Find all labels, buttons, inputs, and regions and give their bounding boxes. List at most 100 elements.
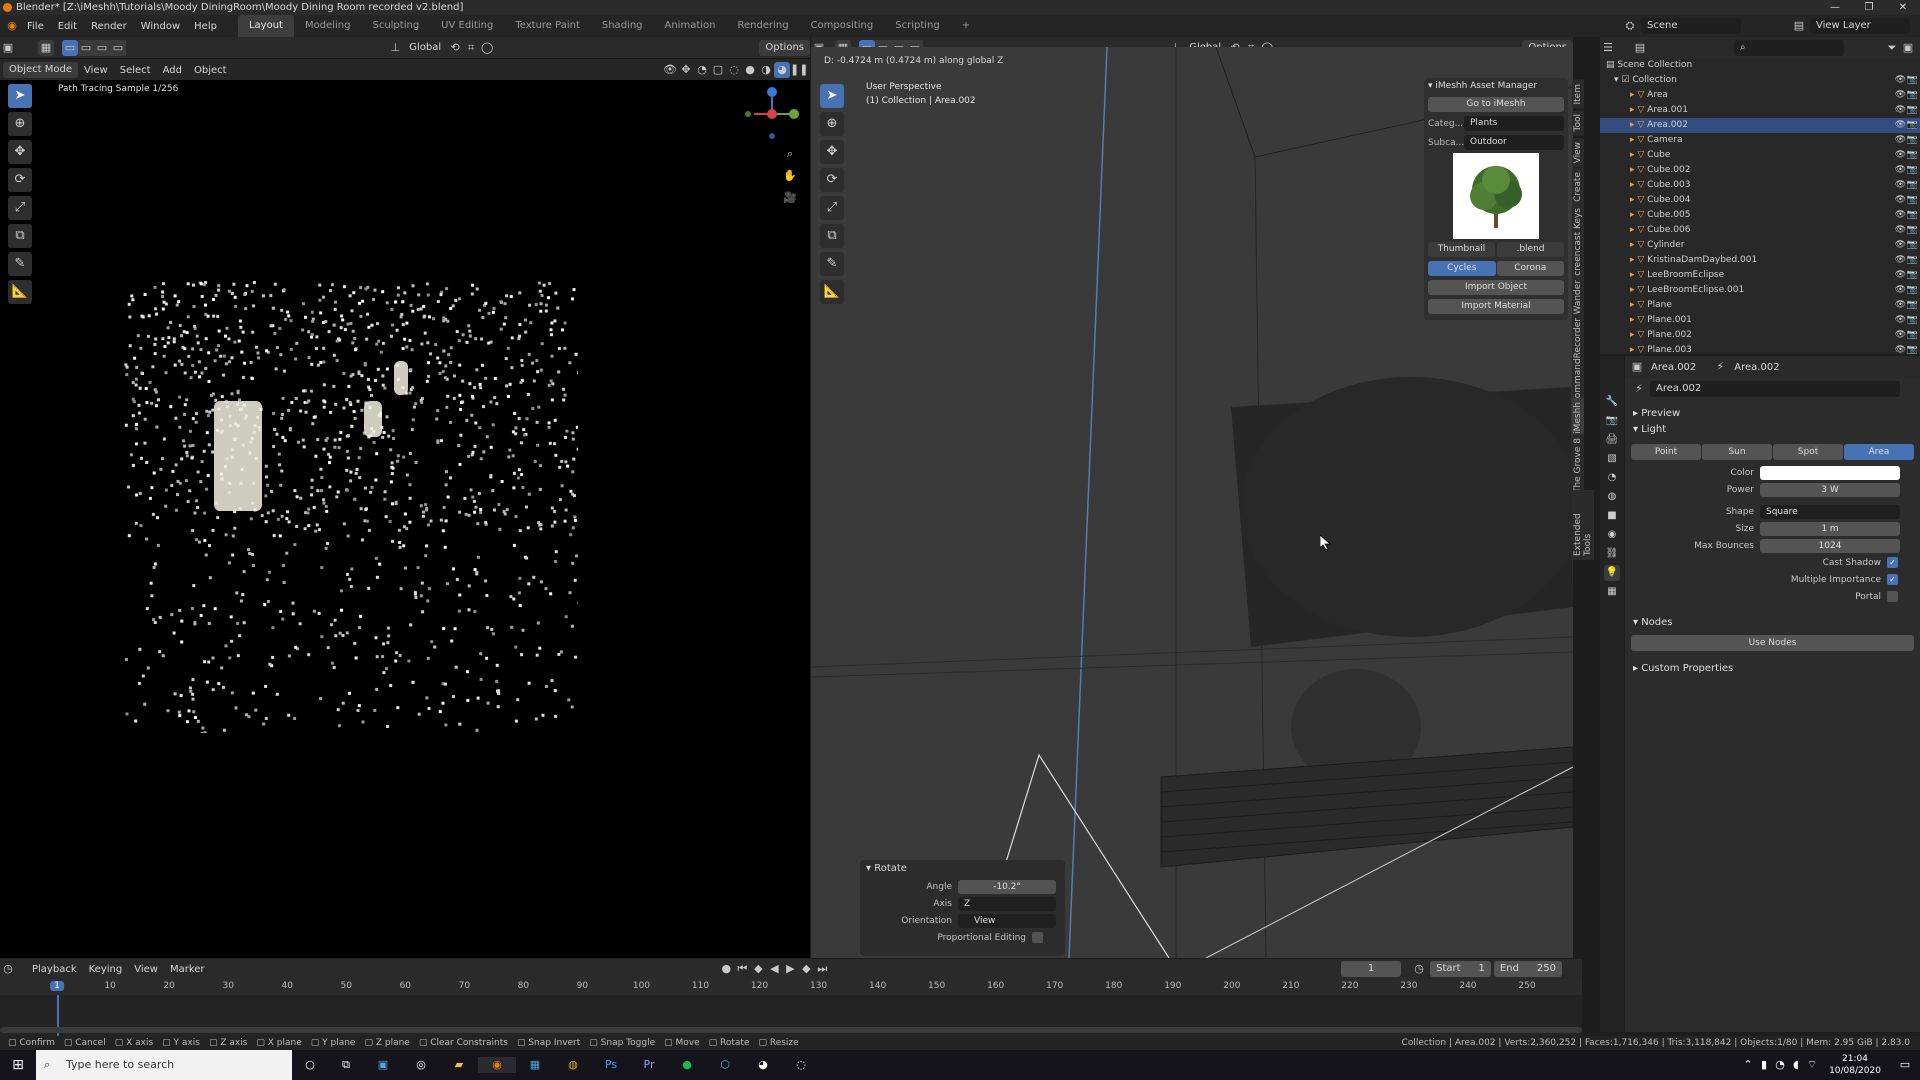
maximize-button[interactable]: ❐ <box>1852 0 1886 15</box>
menu-render[interactable]: Render <box>84 21 134 32</box>
menu-playback[interactable]: Playback <box>26 964 83 975</box>
visibility-eye-icon[interactable]: 👁 <box>1895 178 1906 193</box>
use-nodes-button[interactable]: Use Nodes <box>1631 635 1914 651</box>
render-camera-icon[interactable]: 📷 <box>1907 163 1918 178</box>
sidebar-tab-item[interactable]: Item <box>1572 80 1584 109</box>
visibility-eye-icon[interactable]: 👁 <box>1895 313 1906 328</box>
timeline-editor-icon[interactable]: ◷ <box>0 961 16 977</box>
visibility-eye-icon[interactable]: 👁 <box>1895 193 1906 208</box>
render-camera-icon[interactable]: 📷 <box>1907 118 1918 133</box>
rotate-tool-icon[interactable]: ⟳ <box>8 168 32 192</box>
app-icon-1[interactable]: ▣ <box>364 1057 402 1073</box>
render-tab-icon[interactable]: 📷 <box>1604 413 1620 429</box>
tab-texture-paint[interactable]: Texture Paint <box>504 15 591 37</box>
render-camera-icon[interactable]: 📷 <box>1907 238 1918 253</box>
outliner-row[interactable]: ▸ ▽ Plane.003 👁 📷 <box>1600 343 1920 354</box>
task-view-icon[interactable]: ⧉ <box>328 1057 364 1073</box>
rotate-panel-header[interactable]: ▾ Rotate <box>860 860 1065 878</box>
tab-scripting[interactable]: Scripting <box>884 15 950 37</box>
visibility-eye-icon[interactable]: 👁 <box>1895 208 1906 223</box>
next-keyframe-icon[interactable]: ◆ <box>798 961 814 977</box>
outliner-search-input[interactable]: ⌕ <box>1734 39 1844 56</box>
wifi-icon[interactable]: ⌔ <box>1804 1057 1820 1073</box>
visibility-eye-icon[interactable]: 👁 <box>1895 223 1906 238</box>
shape-select[interactable]: Square <box>1760 504 1900 519</box>
sidebar-tab-extended-tools[interactable]: Extended Tools <box>1572 490 1594 560</box>
visibility-eye-icon[interactable]: 👁 <box>1895 163 1906 178</box>
visibility-eye-icon[interactable]: 👁 <box>1895 148 1906 163</box>
transform-tool-icon[interactable]: ⧉ <box>8 224 32 248</box>
tab-shading[interactable]: Shading <box>591 15 654 37</box>
preview-section[interactable]: ▸ Preview <box>1625 406 1920 422</box>
menu-add[interactable]: Add <box>157 65 188 76</box>
orientation-selector[interactable]: Global <box>403 42 447 53</box>
cursor-tool-icon-2[interactable]: ⊕ <box>820 112 844 136</box>
select-tool-icon-2[interactable]: ➤ <box>820 84 844 108</box>
material-shading-icon[interactable]: ◑ <box>758 62 774 78</box>
jump-start-icon[interactable]: ⏮ <box>734 961 750 977</box>
output-tab-icon[interactable]: 🖨 <box>1604 432 1620 448</box>
outliner-row[interactable]: ▸ ▽ Cube 👁 📷 <box>1600 148 1920 163</box>
power-field[interactable]: 3 W <box>1760 482 1900 497</box>
pan-hand-icon[interactable]: ✋ <box>782 168 798 184</box>
world-tab-icon[interactable]: ◍ <box>1604 489 1620 505</box>
cycles-engine-button[interactable]: Cycles <box>1428 261 1496 276</box>
current-frame-field[interactable]: 1 <box>1341 961 1402 977</box>
cursor-tool-icon[interactable]: ⊕ <box>8 112 32 136</box>
outliner-row[interactable]: ▸ ▽ Plane 👁 📷 <box>1600 298 1920 313</box>
select-box-icon[interactable]: ▭ <box>62 39 78 56</box>
light-datablock-icon[interactable]: ⚡ <box>1631 381 1647 397</box>
measure-tool-icon-2[interactable]: 📐 <box>820 280 844 304</box>
scale-tool-icon-2[interactable]: ⤢ <box>820 196 844 220</box>
visibility-eye-icon[interactable]: 👁 <box>1895 103 1906 118</box>
notifications-icon[interactable]: ▭ <box>1890 1057 1920 1073</box>
tab-sculpting[interactable]: Sculpting <box>361 15 430 37</box>
preview-range-icon[interactable]: ◷ <box>1411 961 1427 977</box>
windows-start-icon[interactable]: ⊞ <box>0 1057 36 1073</box>
editor-type-icon[interactable]: ▣ <box>0 40 16 56</box>
light-type-point[interactable]: Point <box>1631 444 1701 460</box>
annotate-tool-icon[interactable]: ✎ <box>8 252 32 276</box>
axis-select[interactable]: Z <box>958 896 1056 911</box>
color-swatch[interactable] <box>1760 465 1900 480</box>
menu-marker[interactable]: Marker <box>164 964 211 975</box>
go-to-imeshh-button[interactable]: Go to iMeshh <box>1428 97 1564 112</box>
menu-select[interactable]: Select <box>114 65 157 76</box>
outliner-row[interactable]: ▸ ▽ Cube.003 👁 📷 <box>1600 178 1920 193</box>
tab-modeling[interactable]: Modeling <box>294 15 362 37</box>
visibility-eye-icon[interactable]: 👁 <box>1895 88 1906 103</box>
app-icon-4[interactable]: ◕ <box>744 1057 782 1073</box>
light-section[interactable]: ▾ Light <box>1625 422 1920 438</box>
timeline[interactable]: 1 10 20 30 40 50 60 70 80 90 100 110 120 130 140 150 160… <box>0 979 1582 1036</box>
import-object-button[interactable]: Import Object <box>1428 280 1564 295</box>
timeline-scrollbar[interactable] <box>0 1027 1582 1033</box>
add-workspace-button[interactable]: + <box>951 15 981 37</box>
menu-view[interactable]: View <box>78 65 114 76</box>
visibility-eye-icon[interactable]: 👁 <box>1895 118 1906 133</box>
outliner-row[interactable]: ▸ ▽ LeeBroomEclipse.001 👁 📷 <box>1600 283 1920 298</box>
pivot-icon[interactable]: ⟲ <box>447 40 463 56</box>
app-icon-2[interactable]: ◎ <box>402 1057 440 1073</box>
outliner-scene-collection[interactable]: ▤ Scene Collection <box>1600 58 1920 73</box>
outliner-row[interactable]: ▸ ▽ Area 👁 📷 <box>1600 88 1920 103</box>
outliner-row[interactable]: ▸ ▽ Camera 👁 📷 <box>1600 133 1920 148</box>
rendered-shading-icon[interactable]: ◕ <box>774 62 790 78</box>
sidebar-tab-create[interactable]: Create <box>1572 168 1584 206</box>
render-camera-icon[interactable]: 📷 <box>1907 133 1918 148</box>
category-select[interactable]: Plants <box>1464 116 1564 131</box>
outliner-row[interactable]: ▸ ▽ KristinaDamDaybed.001 👁 📷 <box>1600 253 1920 268</box>
outliner-row[interactable]: ▸ ▽ LeeBroomEclipse 👁 📷 <box>1600 268 1920 283</box>
select-tool-icon[interactable]: ➤ <box>8 84 32 108</box>
render-camera-icon[interactable]: 📷 <box>1907 268 1918 283</box>
taskbar-search-box[interactable]: ⌕ Type here to search <box>36 1050 292 1080</box>
light-datablock-field[interactable]: Area.002 <box>1650 381 1900 397</box>
menu-keying[interactable]: Keying <box>83 964 129 975</box>
menu-edit[interactable]: Edit <box>51 21 84 32</box>
render-camera-icon[interactable]: 📷 <box>1907 103 1918 118</box>
angle-field[interactable]: -10.2° <box>958 879 1056 894</box>
light-type-sun[interactable]: Sun <box>1702 444 1772 460</box>
minimize-button[interactable]: — <box>1818 0 1852 15</box>
visibility-eye-icon[interactable]: 👁 <box>1895 268 1906 283</box>
play-icon[interactable]: ▶ <box>782 961 798 977</box>
new-collection-icon[interactable]: ▣ <box>1900 40 1916 56</box>
